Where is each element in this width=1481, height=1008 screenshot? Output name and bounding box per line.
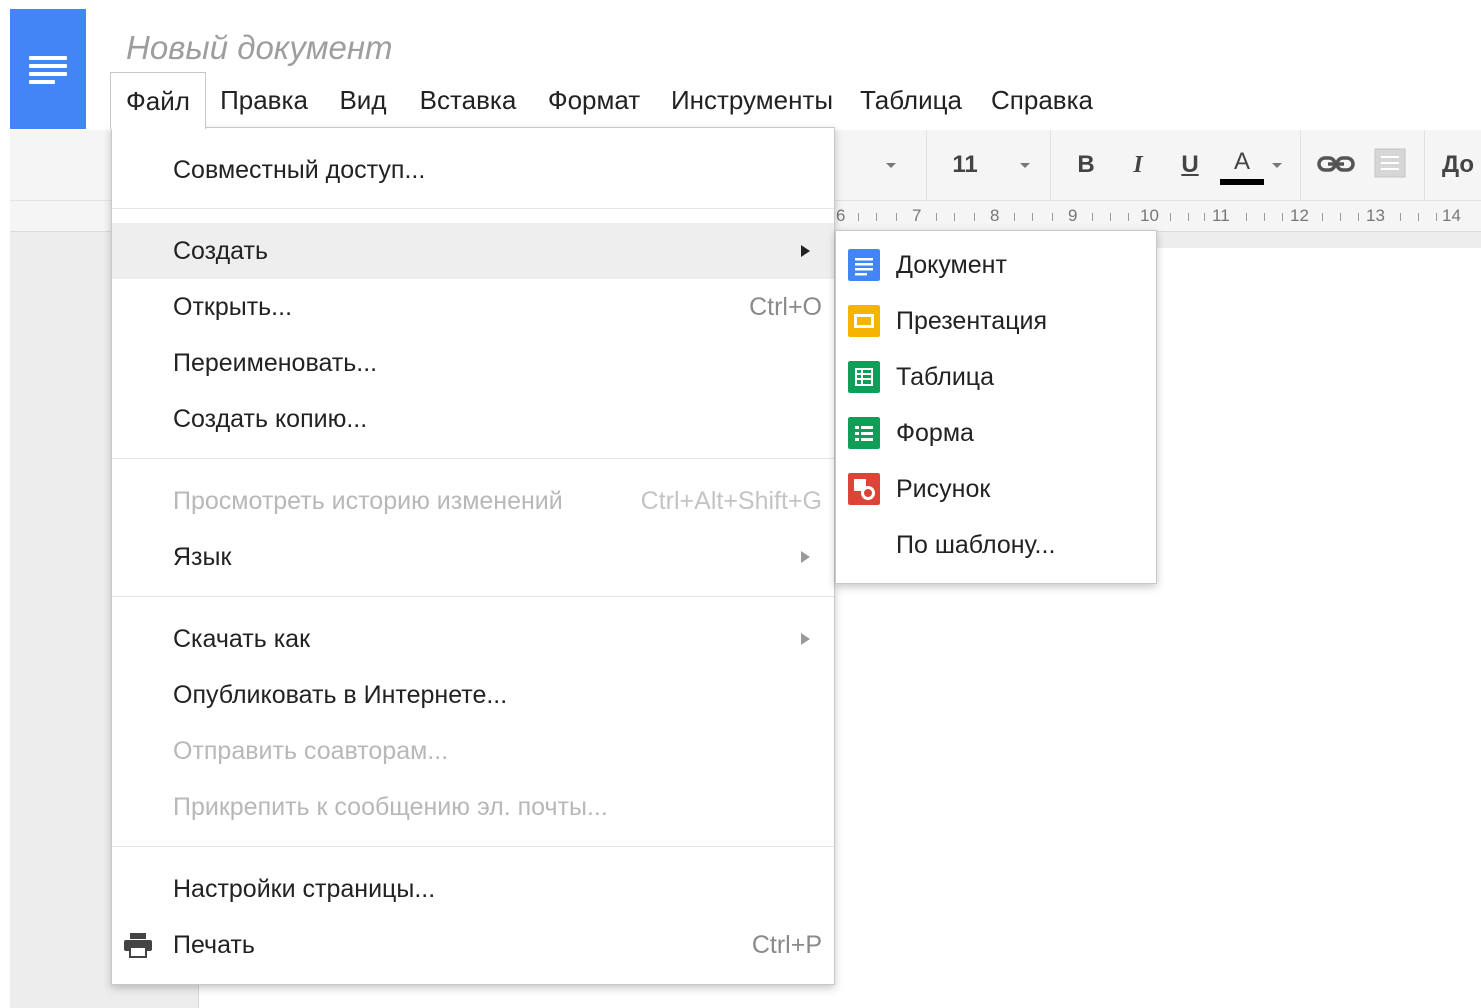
ruler-mark: 6 [836, 206, 846, 225]
text-color-button[interactable]: A [1222, 130, 1262, 200]
menu-item-label: Прикрепить к сообщению эл. почты... [173, 793, 608, 821]
ruler-mark: 10 [1140, 206, 1159, 225]
sheets-spreadsheet-icon [848, 361, 880, 393]
submenu-item-label: По шаблону... [896, 531, 1056, 559]
style-dropdown[interactable]: До [1442, 130, 1481, 200]
menu-format[interactable]: Формат [542, 72, 646, 128]
submenu-item-drawing[interactable]: Рисунок [836, 461, 1156, 517]
submenu-item-label: Форма [896, 419, 974, 447]
submenu-item-document[interactable]: Документ [836, 237, 1156, 293]
menu-item-label: Язык [173, 543, 232, 571]
menu-edit[interactable]: Правка [212, 72, 316, 128]
font-dropdown-icon[interactable] [886, 163, 896, 168]
menu-item-shortcut: Ctrl+O [749, 293, 822, 321]
docs-logo-icon[interactable] [10, 9, 86, 129]
menu-item-print[interactable]: Печать Ctrl+P [112, 917, 834, 973]
submenu-item-label: Презентация [896, 307, 1048, 335]
menu-item-create[interactable]: Создать [112, 223, 834, 279]
ruler-mark: 14 [1442, 206, 1461, 225]
file-menu: Совместный доступ... Создать Открыть... … [111, 127, 835, 985]
menu-item-publish[interactable]: Опубликовать в Интернете... [112, 667, 834, 723]
font-size-dropdown-icon[interactable] [1020, 163, 1030, 168]
menu-file[interactable]: Файл [110, 72, 206, 129]
menu-item-share[interactable]: Совместный доступ... [112, 142, 834, 198]
menu-item-label: Отправить соавторам... [173, 737, 449, 765]
submenu-arrow-icon [801, 551, 810, 563]
menu-item-rename[interactable]: Переименовать... [112, 335, 834, 391]
link-icon[interactable] [1316, 154, 1356, 174]
menu-tools[interactable]: Инструменты [666, 72, 838, 128]
print-icon [124, 933, 152, 958]
menu-item-email-attachment: Прикрепить к сообщению эл. почты... [112, 779, 834, 835]
comment-icon[interactable] [1374, 148, 1406, 178]
menu-item-label: Совместный доступ... [173, 156, 426, 184]
ruler-mark: 13 [1366, 206, 1385, 225]
submenu-item-label: Документ [896, 251, 1007, 279]
ruler-mark: 7 [912, 206, 922, 225]
menu-item-email-collaborators: Отправить соавторам... [112, 723, 834, 779]
underline-button[interactable]: U [1172, 130, 1208, 200]
menu-item-download-as[interactable]: Скачать как [112, 611, 834, 667]
italic-button[interactable]: I [1120, 130, 1156, 200]
font-size-field[interactable]: 11 [940, 130, 990, 200]
menu-item-label: Создать [173, 237, 269, 265]
ruler-mark: 8 [990, 206, 1000, 225]
submenu-item-spreadsheet[interactable]: Таблица [836, 349, 1156, 405]
submenu-item-label: Рисунок [896, 475, 991, 503]
ruler-mark: 12 [1290, 206, 1309, 225]
submenu-item-from-template[interactable]: По шаблону... [836, 517, 1156, 573]
slides-presentation-icon [848, 305, 880, 337]
ruler-mark: 9 [1068, 206, 1078, 225]
menu-item-language[interactable]: Язык [112, 529, 834, 585]
submenu-item-form[interactable]: Форма [836, 405, 1156, 461]
ruler-mark: 11 [1212, 206, 1230, 225]
page-top-gap [1156, 232, 1481, 248]
create-submenu: Документ Презентация Таблица Форма Рисун… [835, 230, 1157, 584]
menu-item-label: Опубликовать в Интернете... [173, 681, 508, 709]
menu-help[interactable]: Справка [984, 72, 1100, 128]
submenu-arrow-icon [801, 633, 810, 645]
menu-item-shortcut: Ctrl+P [751, 931, 822, 959]
menu-item-label: Настройки страницы... [173, 875, 436, 903]
menu-item-revision-history: Просмотреть историю изменений Ctrl+Alt+S… [112, 473, 834, 529]
menu-view[interactable]: Вид [332, 72, 394, 128]
menu-item-label: Скачать как [173, 625, 311, 653]
menu-insert[interactable]: Вставка [412, 72, 524, 128]
submenu-item-presentation[interactable]: Презентация [836, 293, 1156, 349]
document-title[interactable]: Новый документ [126, 26, 393, 70]
menu-item-label: Просмотреть историю изменений [173, 487, 563, 515]
text-color-swatch [1220, 179, 1264, 185]
submenu-arrow-icon [801, 245, 810, 257]
menu-item-label: Открыть... [173, 293, 293, 321]
submenu-item-label: Таблица [896, 363, 995, 391]
text-color-dropdown-icon[interactable] [1272, 163, 1282, 168]
menu-table[interactable]: Таблица [856, 72, 966, 128]
menu-item-label: Печать [173, 931, 255, 959]
menu-item-label: Создать копию... [173, 405, 368, 433]
docs-document-icon [848, 249, 880, 281]
menu-item-make-copy[interactable]: Создать копию... [112, 391, 834, 447]
menu-item-shortcut: Ctrl+Alt+Shift+G [640, 487, 822, 515]
forms-form-icon [848, 417, 880, 449]
drawings-drawing-icon [848, 473, 880, 505]
menu-item-page-setup[interactable]: Настройки страницы... [112, 861, 834, 917]
menu-item-label: Переименовать... [173, 349, 378, 377]
bold-button[interactable]: B [1068, 130, 1104, 200]
menu-item-open[interactable]: Открыть... Ctrl+O [112, 279, 834, 335]
